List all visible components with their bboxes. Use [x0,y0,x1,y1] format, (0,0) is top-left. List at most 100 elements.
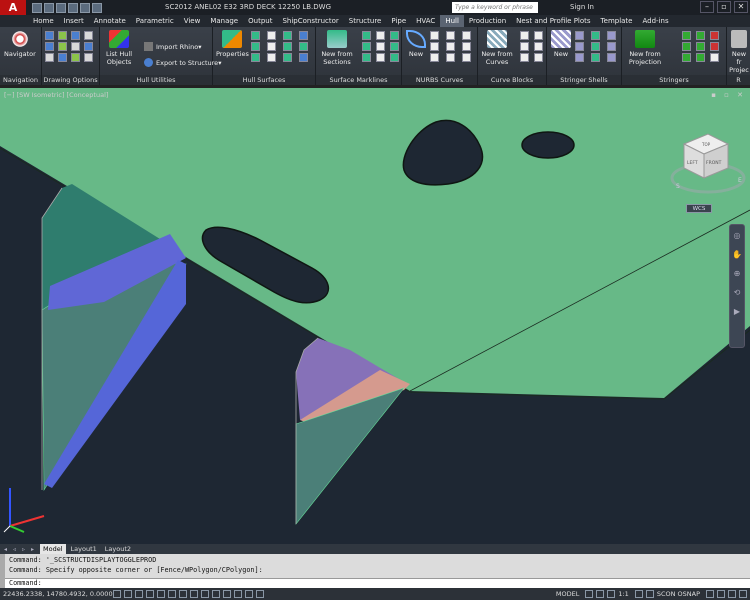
lock-ui-icon[interactable] [717,590,725,598]
tab-manage[interactable]: Manage [205,15,243,27]
list-hull-objects-button[interactable]: List Hull Objects [104,30,134,66]
stringer-delete-icon[interactable] [710,31,719,40]
undo-icon[interactable] [68,2,78,13]
markline-offset-icon[interactable] [376,42,385,51]
auto-scale-icon[interactable] [645,590,654,598]
minimize-icon[interactable]: – [700,1,714,13]
surface-flip-icon[interactable] [267,53,276,62]
shell-delete-icon[interactable] [575,53,584,62]
options-icon[interactable] [84,53,93,62]
tab-shipconstructor[interactable]: ShipConstructor [277,15,343,27]
shell-join-icon[interactable] [575,42,584,51]
deck-opening-small[interactable] [521,131,575,159]
tab-home[interactable]: Home [28,15,59,27]
stringer-remove-icon[interactable] [710,42,719,51]
drawing-viewport[interactable]: [−] [SW Isometric] [Conceptual] ▪ ▫ ✕ TO… [0,88,750,544]
tab-layout1[interactable]: Layout1 [68,544,100,554]
shell-edit-icon[interactable] [575,31,584,40]
surface-extend-icon[interactable] [299,31,308,40]
block-edit-icon[interactable] [520,31,529,40]
search-input[interactable]: Type a keyword or phrase [452,2,538,13]
surface-edit-icon[interactable] [267,31,276,40]
selection-cycling-icon[interactable] [256,590,264,598]
tab-add-ins[interactable]: Add-ins [638,15,674,27]
nurbs-new-button[interactable]: New [406,30,426,58]
filter-icon[interactable] [58,53,67,62]
orbit-icon[interactable]: ⟲ [734,288,741,297]
curve-fillet-icon[interactable] [430,53,439,62]
surface-loft-icon[interactable] [283,53,292,62]
tab-template[interactable]: Template [596,15,638,27]
tab-output[interactable]: Output [243,15,277,27]
maximize-icon[interactable]: ▫ [717,1,731,13]
shell-trim-icon[interactable] [591,31,600,40]
markline-delete-icon[interactable] [376,53,385,62]
tab-parametric[interactable]: Parametric [131,15,179,27]
shell-flip-icon[interactable] [591,53,600,62]
stringer-copy-icon[interactable] [696,53,705,62]
first-layout-arrow-icon[interactable]: ◂ [4,546,11,553]
command-input[interactable]: Command: [5,578,750,588]
redo-icon[interactable] [80,2,90,13]
markline-split-icon[interactable] [390,42,399,51]
pan-icon[interactable]: ✋ [732,250,742,259]
tab-model[interactable]: Model [40,544,66,554]
shell-split-icon[interactable] [607,31,616,40]
hide-icon[interactable] [71,42,80,51]
isolate-objects-icon[interactable] [728,590,736,598]
markline-project-icon[interactable] [362,42,371,51]
stringer-shell-new-button[interactable]: New [551,30,571,58]
polar-tracking-icon[interactable] [157,590,165,598]
tab-hull[interactable]: Hull [440,15,464,27]
model-space-button[interactable]: MODEL [556,590,579,598]
last-layout-arrow-icon[interactable]: ▸ [31,546,38,553]
stringer-edit-icon[interactable] [682,31,691,40]
close-icon[interactable]: ✕ [734,1,748,13]
quick-view-layouts-icon[interactable] [585,590,594,598]
tab-nest-and-profile-plots[interactable]: Nest and Profile Plots [511,15,595,27]
new-from-projection-button[interactable]: New from Projection [626,30,664,66]
tab-view[interactable]: View [179,15,206,27]
viewcube[interactable]: TOP LEFT FRONT S E [668,130,746,210]
model-canvas[interactable] [0,88,750,544]
markline-edit-icon[interactable] [376,31,385,40]
markline-join-icon[interactable] [362,53,371,62]
object-snap-tracking-icon[interactable] [190,590,198,598]
save-icon[interactable] [56,2,66,13]
grid-display-icon[interactable] [135,590,143,598]
stringer-join-icon[interactable] [696,42,705,51]
tab-layout2[interactable]: Layout2 [102,544,134,554]
tab-annotate[interactable]: Annotate [89,15,131,27]
surface-split-icon[interactable] [251,42,260,51]
coordinate-readout[interactable]: 22436.2338, 14780.4932, 0.0000 [3,590,113,598]
surface-offset-icon[interactable] [283,42,292,51]
markline-trim-icon[interactable] [390,31,399,40]
surface-sweep-icon[interactable] [299,53,308,62]
zoom-icon[interactable]: ⊕ [734,269,741,278]
isolate-icon[interactable] [58,42,67,51]
block-delete-icon[interactable] [520,53,529,62]
3d-object-snap-icon[interactable] [179,590,187,598]
infer-constraints-icon[interactable] [113,590,121,598]
partial-new-from-projection-button[interactable]: New fr Projec [729,30,749,74]
stringer-trim-icon[interactable] [696,31,705,40]
surface-trim-icon[interactable] [283,31,292,40]
import-rhino-button[interactable]: Import Rhino ▾ [144,42,201,51]
block-list-icon[interactable] [534,42,543,51]
markline-list-icon[interactable] [390,53,399,62]
curve-trim-icon[interactable] [446,31,455,40]
curve-join-icon[interactable] [446,42,455,51]
showmotion-icon[interactable]: ▶ [734,307,740,316]
block-options-icon[interactable] [534,53,543,62]
stringer-split-icon[interactable] [682,42,691,51]
snap-mode-icon[interactable] [124,590,132,598]
block-join-icon[interactable] [520,42,529,51]
ortho-mode-icon[interactable] [146,590,154,598]
view-icon[interactable] [71,31,80,40]
navigator-button[interactable]: Navigator [4,30,36,58]
steering-wheel-icon[interactable]: ◎ [734,231,741,240]
tab-pipe[interactable]: Pipe [386,15,411,27]
tab-production[interactable]: Production [464,15,511,27]
surface-icon[interactable] [251,31,260,40]
plot-icon[interactable] [92,2,102,13]
